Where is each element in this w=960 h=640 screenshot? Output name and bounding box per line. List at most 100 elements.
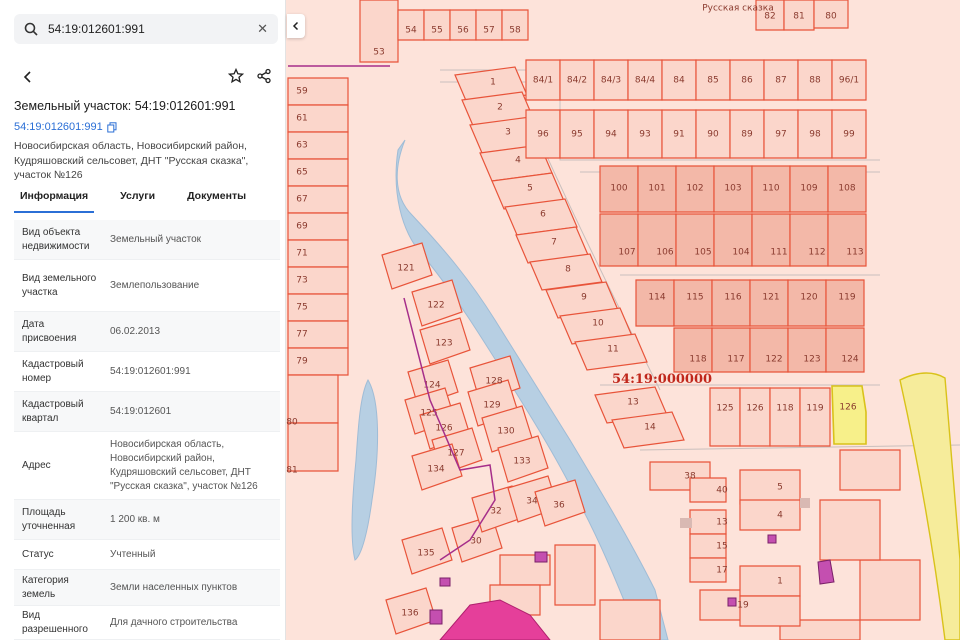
selected-plot-126[interactable] [831,385,867,445]
plot-number-label: 61 [296,114,307,124]
info-panel: ✕ Земельный участок: 54:19:012601:991 54… [0,0,286,640]
star-icon[interactable] [228,68,244,84]
land-plot[interactable] [787,327,827,373]
collapse-panel-button[interactable] [287,14,305,38]
info-key: Дата присвоения [22,318,77,344]
share-icon[interactable] [256,68,272,84]
land-plot[interactable] [769,387,801,447]
plot-number-label: 77 [296,330,307,340]
land-plot[interactable] [675,213,715,267]
plot-number-label: 110 [762,184,779,194]
plot-number-label: 95 [571,130,582,140]
land-plot[interactable] [787,279,827,327]
plot-number-label: 125 [716,404,733,414]
plot-number-label: 129 [483,401,500,411]
search-input[interactable] [48,22,258,36]
info-key: Вид земельного участка [22,272,97,298]
info-value: 06.02.2013 [110,325,161,337]
plot-number-label: 87 [775,76,786,86]
plot-number-label: 99 [843,130,855,140]
tab-information[interactable]: Информация [14,187,95,213]
plot-number-label: 14 [644,423,656,433]
land-plot[interactable] [635,279,675,327]
land-plot[interactable] [554,544,596,606]
plot-number-label: 120 [800,293,817,303]
plot-number-label: 102 [686,184,703,194]
land-plot[interactable] [859,559,921,621]
info-key: Адрес [22,459,51,471]
info-value: 1 200 кв. м [110,513,160,525]
tab-documents[interactable]: Документы [181,187,252,213]
land-plot[interactable] [739,595,801,627]
plot-number-label: 6 [540,210,546,220]
plot-number-label: 75 [296,303,307,313]
land-plot[interactable] [827,213,867,267]
land-plot[interactable] [711,279,751,327]
cadastral-quarter-label: 54:19:000000 [612,372,713,387]
land-plot[interactable] [839,449,901,491]
land-plot[interactable] [739,499,801,531]
plot-number-label: 79 [296,357,308,367]
land-plot[interactable] [789,213,829,267]
tab-services[interactable]: Услуги [114,187,161,213]
close-icon[interactable]: ✕ [257,21,268,37]
land-plot[interactable] [825,327,865,373]
plot-number-label: 19 [737,601,749,611]
info-row: Адрес Новосибирская область, Новосибирски… [14,432,280,500]
chevron-left-icon[interactable] [20,69,36,85]
plot-number-label: 90 [707,130,719,140]
land-plot[interactable] [599,213,639,267]
plot-number-label: 84/1 [533,76,553,86]
info-row: Кадастровый квартал 54:19:012601 [14,392,280,432]
land-plot[interactable] [287,374,339,424]
land-plot[interactable] [713,213,753,267]
cad-number-text[interactable]: 54:19:012601:991 [14,121,103,133]
plot-number-label: 111 [770,248,787,258]
plot-number-label: 17 [716,566,727,576]
plot-number-label: 5 [527,184,533,194]
land-plot[interactable] [825,279,865,327]
land-plot[interactable] [673,279,713,327]
plot-number-label: 136 [401,609,418,619]
copy-icon[interactable] [107,121,117,133]
land-plot[interactable] [749,279,789,327]
plot-number-label: 54 [405,26,417,36]
land-plot[interactable] [751,213,791,267]
search-bar[interactable]: ✕ [14,14,278,44]
plot-number-label: 57 [483,26,494,36]
plot-number-label: 89 [741,130,753,140]
plot-number-label: 4 [515,156,521,166]
land-plot[interactable] [709,387,741,447]
plot-number-label: 94 [605,130,617,140]
plot-number-label: 65 [296,168,307,178]
land-plot[interactable] [599,599,661,640]
plot-number-label: 118 [776,404,793,414]
plot-number-label: 3 [505,128,511,138]
plot-number-label: 84/2 [567,76,587,86]
land-plot[interactable] [637,213,677,267]
land-plot[interactable] [739,565,801,597]
land-plot[interactable] [799,387,831,447]
plot-number-label: 38 [684,472,696,482]
plot-number-label: 122 [765,355,782,365]
land-plot[interactable] [739,387,771,447]
plot-number-label: 126 [746,404,763,414]
plot-number-label: 59 [296,87,308,97]
tab-bar: Информация Услуги Документы [14,187,280,213]
plot-number-label: 96 [537,130,549,140]
land-plot[interactable] [287,422,339,472]
land-plot[interactable] [711,327,751,373]
land-plot[interactable] [673,327,713,373]
plot-number-label: 103 [724,184,741,194]
plot-number-label: 67 [296,195,307,205]
land-plot[interactable] [749,327,789,373]
plot-number-label: 133 [513,457,530,467]
plot-number-label: 97 [775,130,786,140]
cad-number-link[interactable]: 54:19:012601:991 [14,121,117,133]
plot-number-label: 88 [809,76,821,86]
plot-number-label: 124 [841,355,858,365]
land-plot[interactable] [819,499,881,561]
info-key: Вид объекта недвижимости [22,226,90,252]
info-value: 54:19:012601:991 [110,365,191,377]
land-plot[interactable] [739,469,801,505]
